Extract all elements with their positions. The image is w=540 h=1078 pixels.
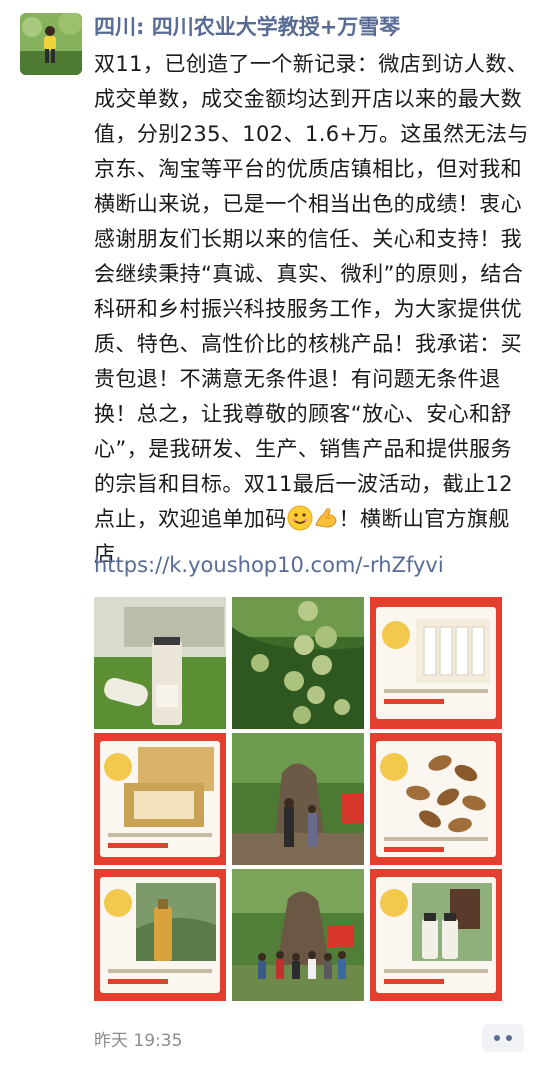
more-dot-icon	[494, 1035, 500, 1041]
shop-link[interactable]: https://k.youshop10.com/-rhZfyvi	[94, 548, 530, 583]
photo-ancient-walnut-tree[interactable]	[232, 733, 364, 865]
post-timestamp: 昨天 19:35	[94, 1031, 183, 1051]
photo-group-under-tree[interactable]	[232, 869, 364, 1001]
smiling-face-icon	[287, 505, 313, 531]
post-text-main: 双11，已创造了一个新记录：微店到访人数、成交单数，成交金额均达到开店以来的最大…	[94, 52, 529, 531]
photo-walnut-oil-set-promo[interactable]	[370, 869, 502, 1001]
photo-walnut-gift-box-promo[interactable]	[94, 733, 226, 865]
photo-cracked-walnuts-promo[interactable]	[370, 733, 502, 865]
more-actions-button[interactable]	[482, 1024, 524, 1052]
post-text: 双11，已创造了一个新记录：微店到访人数、成交单数，成交金额均达到开店以来的最大…	[94, 47, 530, 572]
avatar-person-icon	[20, 13, 82, 75]
photo-grid	[94, 597, 502, 1001]
moments-post: 四川: 四川农业大学教授+万雪琴 双11，已创造了一个新记录：微店到访人数、成交…	[0, 0, 540, 1078]
more-dot-icon	[506, 1035, 512, 1041]
photo-walnut-oil-bottle[interactable]	[94, 597, 226, 729]
photo-walnut-box-promo[interactable]	[370, 597, 502, 729]
flexed-biceps-icon	[313, 505, 339, 531]
photo-green-walnuts[interactable]	[232, 597, 364, 729]
avatar[interactable]	[20, 13, 82, 75]
photo-walnut-oil-promo[interactable]	[94, 869, 226, 1001]
author-name[interactable]: 四川: 四川农业大学教授+万雪琴	[94, 12, 524, 42]
